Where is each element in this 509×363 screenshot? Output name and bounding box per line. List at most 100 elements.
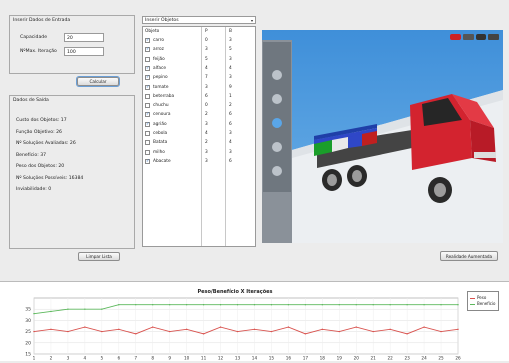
data-point	[287, 304, 290, 306]
object-row[interactable]: milho 3 3	[143, 148, 255, 157]
y-tick-label: 30	[25, 318, 31, 324]
data-point	[50, 310, 52, 313]
data-point	[355, 326, 357, 328]
select-icon[interactable]	[272, 142, 282, 152]
object-checkbox[interactable]: ✓	[145, 75, 150, 81]
car-small-icon[interactable]	[476, 34, 486, 40]
legend-label: Peso	[477, 295, 487, 300]
data-point	[84, 326, 86, 328]
object-checkbox[interactable]	[145, 93, 150, 99]
object-name: beterraba	[153, 93, 175, 99]
data-point	[33, 330, 35, 333]
object-checkbox[interactable]: ✓	[145, 38, 150, 43]
object-weight: 5	[205, 56, 208, 62]
3d-viewport[interactable]	[262, 30, 503, 243]
objects-dropdown[interactable]: Inserir Objetos ▾	[142, 16, 256, 24]
data-point	[67, 308, 69, 310]
output-line: Peso dos Objetos: 20	[16, 164, 65, 169]
object-benefit: 1	[229, 93, 232, 99]
object-weight: 2	[205, 140, 208, 146]
object-checkbox[interactable]	[145, 103, 150, 109]
car-icon[interactable]	[450, 34, 461, 40]
object-name: tomate	[153, 84, 169, 90]
data-point	[33, 312, 35, 315]
object-row[interactable]: ✓ cenoura 2 6	[143, 110, 255, 119]
rotate-icon[interactable]	[272, 94, 282, 104]
object-name: cebola	[153, 131, 168, 136]
object-weight: 3	[205, 84, 208, 90]
object-checkbox[interactable]: ✓	[145, 121, 150, 127]
object-checkbox[interactable]: ✓	[145, 84, 150, 90]
data-point	[219, 326, 222, 328]
object-name: feijão	[153, 56, 165, 62]
object-row[interactable]: ✓ alface 4 4	[143, 64, 255, 73]
max-iteration-input[interactable]: 100	[64, 47, 104, 56]
output-line: Custo dos Objetos: 17	[16, 118, 67, 123]
object-row[interactable]: chuchu 0 2	[143, 101, 255, 110]
data-point	[84, 308, 86, 310]
output-group: Dados de Saída Custo dos Objetos: 17 Funç…	[9, 95, 135, 249]
object-checkbox[interactable]: ✓	[145, 158, 150, 164]
y-tick-label: 15	[25, 352, 31, 358]
object-row[interactable]: feijão 5 3	[143, 55, 255, 64]
object-name: pepino	[153, 75, 168, 81]
object-benefit: 6	[229, 121, 232, 127]
capacity-input[interactable]: 20	[64, 33, 104, 42]
object-checkbox[interactable]	[145, 140, 150, 146]
object-checkbox[interactable]	[145, 131, 150, 136]
legend-item: Benefício	[470, 301, 495, 306]
object-checkbox[interactable]	[145, 149, 150, 155]
data-point	[457, 304, 459, 306]
object-row[interactable]: ✓ arroz 3 5	[143, 45, 255, 54]
data-point	[338, 304, 340, 306]
calculate-button[interactable]: Calcular	[76, 76, 120, 87]
data-point	[423, 304, 425, 306]
data-point	[118, 328, 120, 331]
object-name: Batata	[153, 140, 168, 146]
truck-icon[interactable]	[488, 34, 499, 40]
header-p: P	[205, 29, 208, 34]
clear-list-button[interactable]: Limpar Lista	[78, 252, 120, 261]
object-name: alface	[153, 65, 166, 71]
data-point	[236, 304, 239, 306]
object-checkbox[interactable]: ✓	[145, 47, 150, 53]
output-line: Benefício: 37	[16, 152, 47, 158]
object-checkbox[interactable]: ✓	[145, 65, 150, 71]
object-checkbox[interactable]: ✓	[145, 112, 150, 118]
data-point	[338, 330, 340, 333]
objects-list[interactable]: Objeto P B ✓ carro 0 3 ✓ arroz 3 5 feijão 5 3 ✓ alfa…	[142, 26, 256, 247]
plot-area	[33, 297, 459, 355]
bus-icon[interactable]	[463, 34, 474, 40]
capacity-label: Capacidade	[20, 35, 48, 40]
pan-icon[interactable]	[272, 70, 282, 80]
object-weight: 7	[205, 75, 208, 81]
data-point	[270, 330, 273, 333]
objects-dropdown-label: Inserir Objetos	[145, 18, 179, 23]
object-weight: 6	[205, 93, 208, 99]
data-point	[202, 333, 205, 335]
data-point	[236, 330, 239, 333]
zoom-icon[interactable]	[272, 118, 282, 128]
output-line: Nº Soluções Possíveis: 16384	[16, 175, 84, 181]
object-checkbox[interactable]	[145, 56, 150, 62]
data-point	[135, 304, 137, 306]
object-name: cenoura	[153, 112, 171, 118]
object-row[interactable]: beterraba 6 1	[143, 92, 255, 101]
augmented-reality-button[interactable]: Realidade Aumentada	[440, 251, 498, 261]
data-point	[185, 328, 188, 331]
object-row[interactable]: cebola 4 3	[143, 129, 255, 138]
object-benefit: 2	[229, 103, 232, 109]
object-row[interactable]: ✓ pepino 7 3	[143, 73, 255, 82]
data-point	[304, 333, 307, 335]
output-line: Nº Soluções Avaliadas: 26	[16, 141, 76, 146]
data-point	[168, 330, 171, 333]
fit-icon[interactable]	[272, 166, 282, 176]
object-row[interactable]: ✓ carro 0 3	[143, 36, 255, 45]
object-weight: 0	[205, 38, 208, 43]
object-row[interactable]: Batata 2 4	[143, 138, 255, 147]
object-weight: 4	[205, 65, 208, 71]
object-row[interactable]: ✓ Abacate 3 6	[143, 157, 255, 166]
object-row[interactable]: ✓ tomate 3 9	[143, 83, 255, 92]
object-benefit: 3	[229, 38, 232, 43]
object-row[interactable]: ✓ agrião 3 6	[143, 120, 255, 129]
